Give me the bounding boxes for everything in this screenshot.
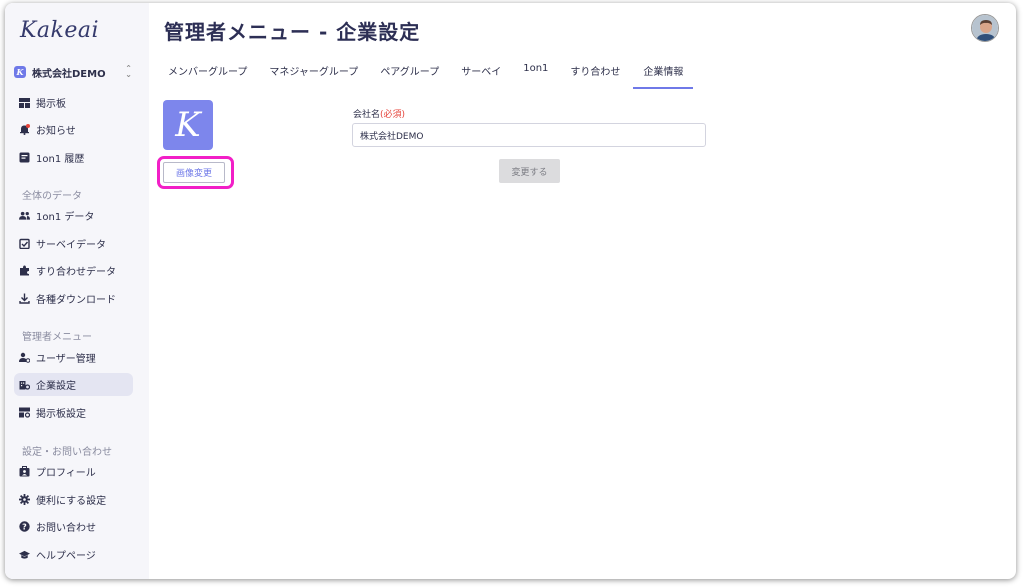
sidebar-item-label: 掲示板: [36, 99, 66, 110]
svg-text:?: ?: [22, 522, 27, 531]
sidebar-item-label: お知らせ: [36, 126, 76, 137]
required-marker: (必須): [380, 110, 406, 120]
company-name: 株式会社DEMO: [32, 68, 106, 80]
sidebar-section-title: 管理者メニュー: [22, 332, 92, 343]
sidebar-item-label: お問い合わせ: [36, 523, 96, 534]
sidebar-item-preferences[interactable]: 便利にする設定: [14, 488, 133, 511]
tab-company-info[interactable]: 企業情報: [633, 59, 694, 89]
sidebar-item-user-management[interactable]: ユーザー管理: [14, 346, 133, 369]
sidebar-item-label: 企業設定: [36, 381, 76, 392]
avatar[interactable]: [971, 14, 999, 42]
sidebar-item-label: 1on1 データ: [36, 212, 95, 223]
page-title: 管理者メニュー - 企業設定: [164, 20, 421, 44]
sidebar-item-alignment-data[interactable]: すり合わせデータ: [14, 259, 133, 282]
gear-icon: [19, 494, 30, 505]
tab-1on1[interactable]: 1on1: [523, 59, 548, 89]
tab-member-group[interactable]: メンバーグループ: [168, 59, 247, 89]
sidebar-item-profile[interactable]: プロフィール: [14, 460, 133, 483]
company-name-input[interactable]: [352, 123, 706, 147]
sidebar-item-contact[interactable]: ? お問い合わせ: [14, 515, 133, 538]
bell-icon: [19, 124, 30, 135]
help-icon: ?: [19, 521, 30, 532]
company-name-label: 会社名(必須): [353, 107, 405, 120]
sidebar-item-label: プロフィール: [36, 468, 96, 479]
company-icon: K: [14, 66, 26, 78]
sidebar: Kakeai K 株式会社DEMO ⌃ ⌄ 掲示板 お知らせ 1on1 履歴 全体…: [5, 3, 149, 579]
chevron-up-down-icon: ⌃ ⌄: [125, 64, 132, 79]
sidebar-item-board-settings[interactable]: 掲示板設定: [14, 401, 133, 424]
sidebar-item-label: 掲示板設定: [36, 409, 86, 420]
sidebar-item-notifications[interactable]: お知らせ: [14, 118, 133, 141]
sidebar-item-label: ユーザー管理: [36, 354, 96, 365]
survey-icon: [19, 238, 30, 249]
sidebar-item-company-settings[interactable]: 企業設定: [14, 373, 133, 396]
board-settings-icon: [19, 407, 30, 418]
history-icon: [19, 152, 30, 163]
sidebar-item-label: 1on1 履歴: [36, 154, 85, 165]
sidebar-item-help-page[interactable]: ヘルプページ: [14, 543, 133, 566]
sidebar-item-label: すり合わせデータ: [36, 267, 116, 278]
sidebar-item-downloads[interactable]: 各種ダウンロード: [14, 287, 133, 310]
company-settings-icon: [19, 379, 30, 390]
sidebar-item-label: 便利にする設定: [36, 496, 107, 507]
app-logo[interactable]: Kakeai: [20, 18, 99, 43]
sidebar-item-label: ヘルプページ: [36, 551, 96, 562]
change-image-button[interactable]: 画像変更: [163, 162, 225, 183]
users-icon: [19, 210, 30, 221]
app-window: Kakeai K 株式会社DEMO ⌃ ⌄ 掲示板 お知らせ 1on1 履歴 全体…: [5, 3, 1016, 579]
tab-pair-group[interactable]: ペアグループ: [380, 59, 439, 89]
download-icon: [19, 293, 30, 304]
tab-survey[interactable]: サーベイ: [461, 59, 501, 89]
sidebar-item-label: サーベイデータ: [36, 240, 106, 251]
company-switcher[interactable]: K 株式会社DEMO ⌃ ⌄: [14, 63, 132, 81]
sidebar-item-1on1-data[interactable]: 1on1 データ: [14, 204, 133, 227]
sidebar-section-title: 設定・お問い合わせ: [22, 447, 112, 458]
sidebar-section-title: 全体のデータ: [22, 191, 82, 202]
board-icon: [19, 97, 30, 108]
tab-alignment[interactable]: すり合わせ: [570, 59, 620, 89]
company-logo-image: K: [163, 100, 213, 150]
company-name-label-text: 会社名: [353, 110, 381, 120]
sidebar-item-1on1-history[interactable]: 1on1 履歴: [14, 146, 133, 169]
puzzle-icon: [19, 265, 30, 276]
sidebar-item-survey-data[interactable]: サーベイデータ: [14, 232, 133, 255]
sidebar-item-label: 各種ダウンロード: [36, 295, 116, 306]
tab-manager-group[interactable]: マネジャーグループ: [269, 59, 358, 89]
sidebar-item-bulletin-board[interactable]: 掲示板: [14, 91, 133, 114]
graduation-cap-icon: [19, 549, 30, 560]
submit-change-button[interactable]: 変更する: [499, 159, 560, 183]
settings-tabs: メンバーグループ マネジャーグループ ペアグループ サーベイ 1on1 すり合わ…: [157, 59, 704, 89]
profile-icon: [19, 466, 30, 477]
user-settings-icon: [19, 352, 30, 363]
